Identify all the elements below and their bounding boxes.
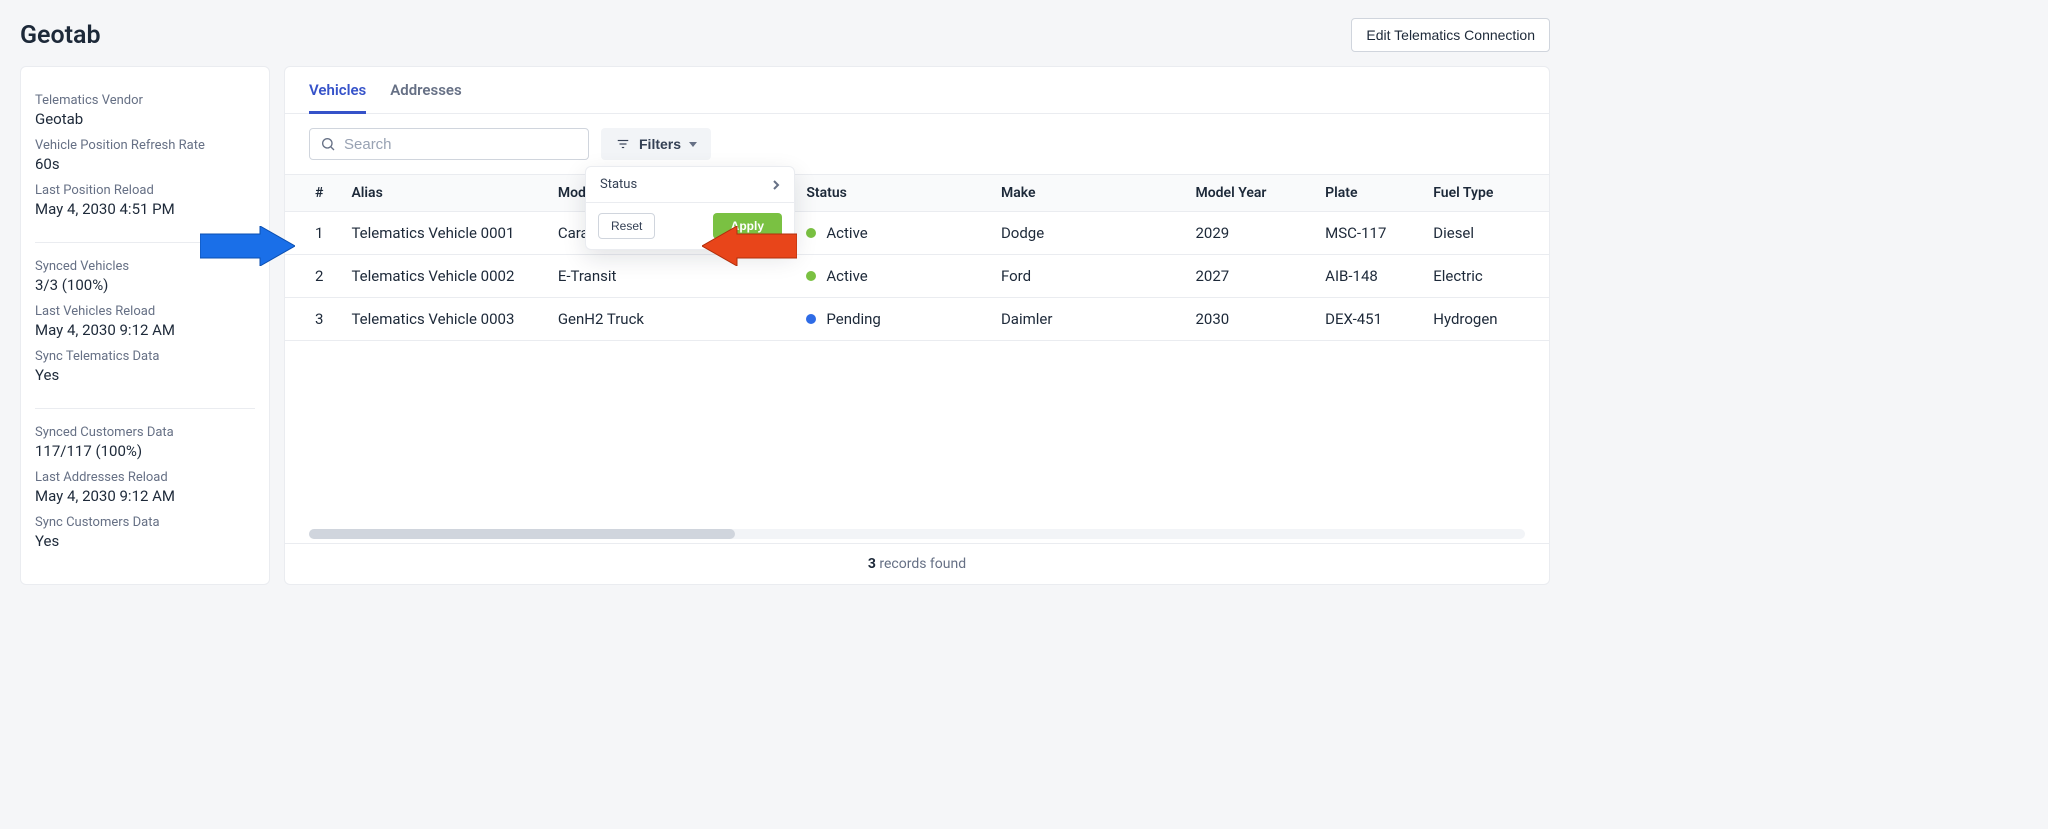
cell-status: Active — [792, 212, 987, 255]
col-alias[interactable]: Alias — [337, 175, 543, 212]
cell-model: GenH2 Truck — [544, 298, 793, 341]
main-panel: Vehicles Addresses Filters Status — [284, 66, 1550, 585]
kv-label: Telematics Vendor — [35, 93, 255, 108]
records-count: 3 — [868, 556, 876, 572]
search-field[interactable] — [309, 128, 589, 160]
details-sidebar: Telematics Vendor Geotab Vehicle Position… — [20, 66, 270, 585]
kv-label: Sync Customers Data — [35, 515, 255, 530]
kv-label: Vehicle Position Refresh Rate — [35, 138, 255, 153]
kv-value: 117/117 (100%) — [35, 442, 255, 460]
cell-alias: Telematics Vehicle 0002 — [337, 255, 543, 298]
cell-model: E-Transit — [544, 255, 793, 298]
col-make[interactable]: Make — [987, 175, 1182, 212]
filter-option-status[interactable]: Status — [586, 167, 794, 202]
cell-alias: Telematics Vehicle 0003 — [337, 298, 543, 341]
cell-status: Active — [792, 255, 987, 298]
kv-label: Synced Customers Data — [35, 425, 255, 440]
kv-value: 60s — [35, 155, 255, 173]
filters-label: Filters — [639, 136, 681, 152]
col-fueltype[interactable]: Fuel Type — [1419, 175, 1549, 212]
kv-label: Synced Vehicles — [35, 259, 255, 274]
chevron-down-icon — [689, 142, 697, 147]
cell-index: 1 — [285, 212, 337, 255]
cell-make: Ford — [987, 255, 1182, 298]
tab-vehicles[interactable]: Vehicles — [309, 81, 366, 114]
tab-addresses[interactable]: Addresses — [390, 81, 461, 114]
search-input[interactable] — [344, 136, 578, 153]
cell-fueltype: Electric — [1419, 255, 1549, 298]
records-footer: 3 records found — [285, 543, 1549, 584]
cell-modelyear: 2029 — [1181, 212, 1311, 255]
cell-index: 3 — [285, 298, 337, 341]
status-dot-icon — [806, 271, 816, 281]
cell-index: 2 — [285, 255, 337, 298]
kv-value: Yes — [35, 532, 255, 550]
col-index[interactable]: # — [285, 175, 337, 212]
records-text: records found — [879, 556, 966, 572]
filters-dropdown: Status Reset Apply — [585, 166, 795, 250]
col-status[interactable]: Status — [792, 175, 987, 212]
cell-alias: Telematics Vehicle 0001 — [337, 212, 543, 255]
filter-apply-button[interactable]: Apply — [713, 213, 782, 239]
kv-value: May 4, 2030 9:12 AM — [35, 321, 255, 339]
table-row[interactable]: 1Telematics Vehicle 0001CaravanActiveDod… — [285, 212, 1549, 255]
table-row[interactable]: 2Telematics Vehicle 0002E-TransitActiveF… — [285, 255, 1549, 298]
search-icon — [320, 136, 336, 152]
cell-fueltype: Hydrogen — [1419, 298, 1549, 341]
cell-make: Daimler — [987, 298, 1182, 341]
kv-value: 3/3 (100%) — [35, 276, 255, 294]
col-plate[interactable]: Plate — [1311, 175, 1419, 212]
filter-reset-button[interactable]: Reset — [598, 213, 655, 239]
vehicles-table-scroll[interactable]: # Alias Model Status Make Model Year Pla… — [285, 174, 1549, 529]
cell-plate: MSC-117 — [1311, 212, 1419, 255]
status-dot-icon — [806, 228, 816, 238]
kv-label: Last Addresses Reload — [35, 470, 255, 485]
edit-telematics-connection-button[interactable]: Edit Telematics Connection — [1351, 18, 1550, 52]
col-modelyear[interactable]: Model Year — [1181, 175, 1311, 212]
filter-icon — [615, 137, 631, 151]
tab-bar: Vehicles Addresses — [285, 67, 1549, 114]
cell-modelyear: 2030 — [1181, 298, 1311, 341]
toolbar: Filters Status Reset Apply — [285, 114, 1549, 174]
kv-value: Yes — [35, 366, 255, 384]
cell-status: Pending — [792, 298, 987, 341]
kv-value: May 4, 2030 9:12 AM — [35, 487, 255, 505]
cell-fueltype: Diesel — [1419, 212, 1549, 255]
table-row[interactable]: 3Telematics Vehicle 0003GenH2 TruckPendi… — [285, 298, 1549, 341]
filter-option-label: Status — [600, 177, 637, 192]
table-header-row: # Alias Model Status Make Model Year Pla… — [285, 175, 1549, 212]
cell-modelyear: 2027 — [1181, 255, 1311, 298]
horizontal-scrollbar[interactable] — [309, 529, 1525, 539]
page-title: Geotab — [20, 21, 101, 50]
kv-label: Last Vehicles Reload — [35, 304, 255, 319]
cell-make: Dodge — [987, 212, 1182, 255]
kv-label: Sync Telematics Data — [35, 349, 255, 364]
status-dot-icon — [806, 314, 816, 324]
cell-plate: DEX-451 — [1311, 298, 1419, 341]
filters-button[interactable]: Filters — [601, 128, 711, 160]
chevron-right-icon — [772, 179, 780, 191]
kv-value: May 4, 2030 4:51 PM — [35, 200, 255, 218]
vehicles-table: # Alias Model Status Make Model Year Pla… — [285, 174, 1549, 341]
kv-value: Geotab — [35, 110, 255, 128]
cell-plate: AIB-148 — [1311, 255, 1419, 298]
kv-label: Last Position Reload — [35, 183, 255, 198]
